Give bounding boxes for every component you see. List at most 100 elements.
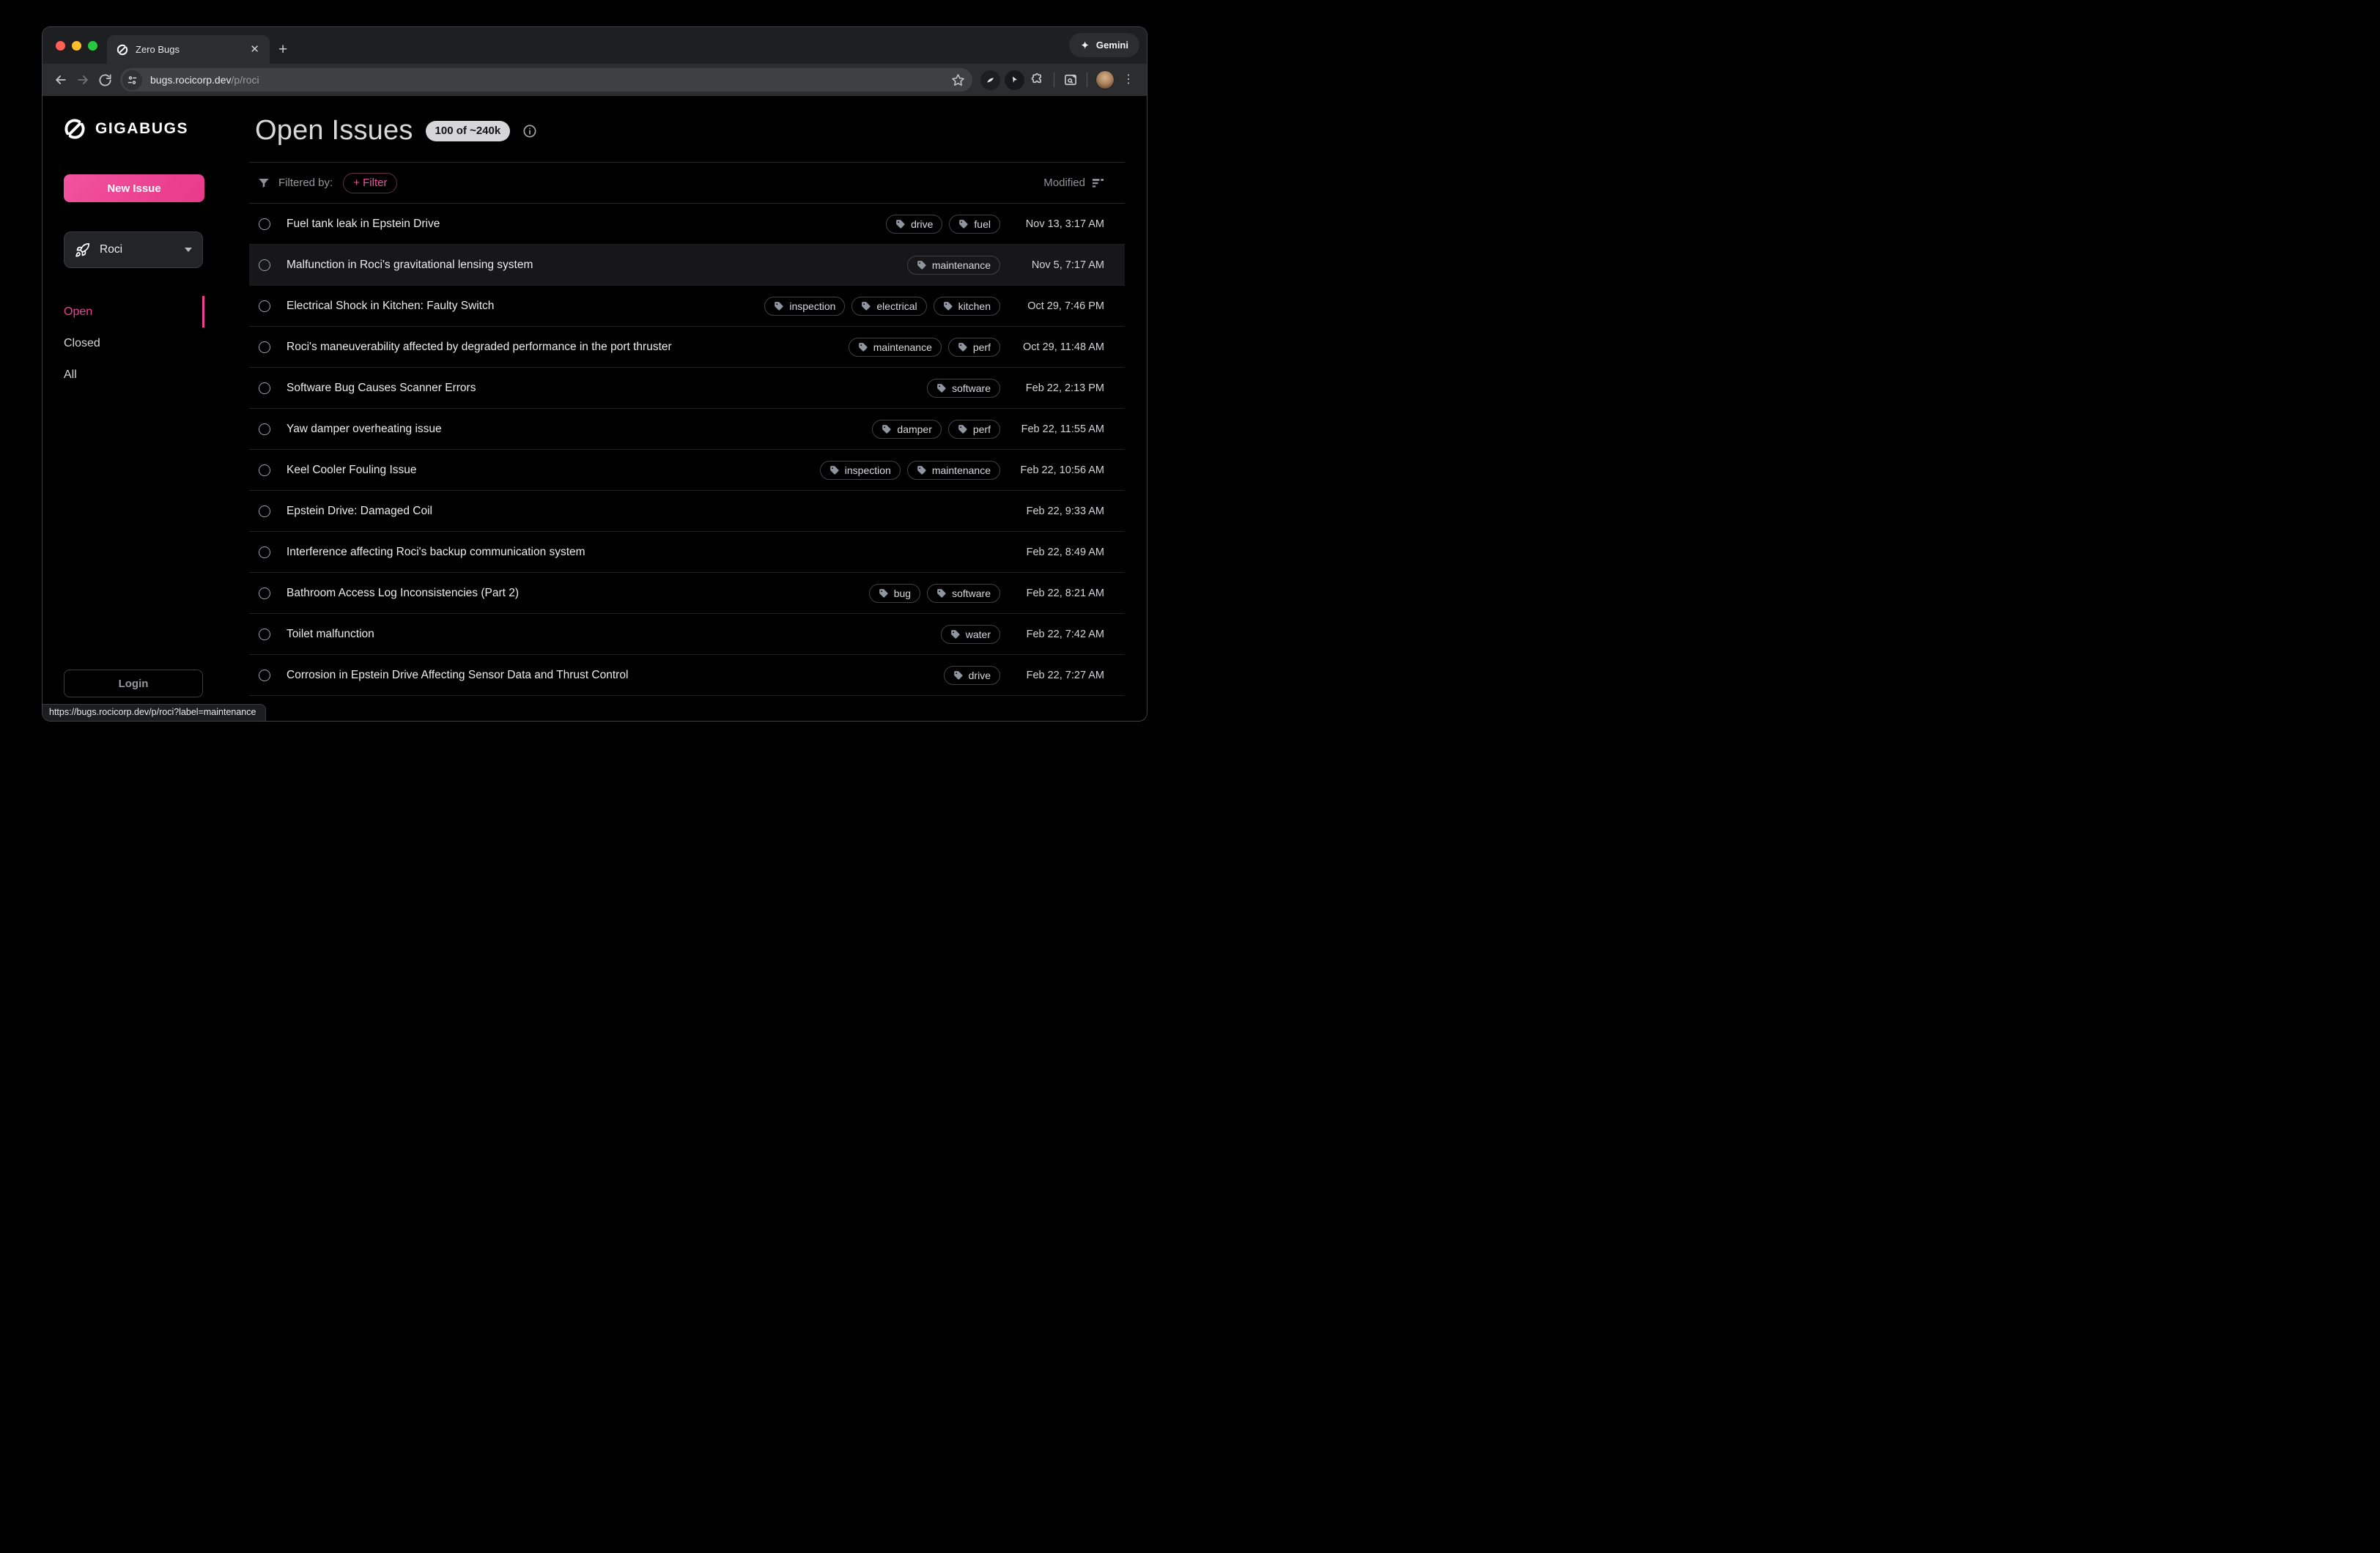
extension-icon-2[interactable] [1005,70,1024,90]
issue-label-water[interactable]: water [941,625,1000,644]
search-tabs-panel-button[interactable] [1060,69,1082,91]
back-button[interactable] [50,69,72,91]
sidebar: GIGABUGS New Issue Roci O [42,96,249,721]
issue-row[interactable]: Software Bug Causes Scanner Errorssoftwa… [249,368,1125,409]
gemini-button[interactable]: ✦ Gemini [1069,33,1139,57]
issue-row[interactable]: Electrical Shock in Kitchen: Faulty Swit… [249,286,1125,327]
info-icon[interactable] [522,124,537,138]
issue-label-maintenance[interactable]: maintenance [907,256,1000,275]
tab-close-icon[interactable]: ✕ [247,42,262,56]
close-window-button[interactable] [56,41,65,51]
issue-label-software[interactable]: software [927,584,1000,603]
tag-icon [829,465,840,475]
sidebar-nav-all[interactable]: All [64,359,204,390]
issue-row[interactable]: Toilet malfunctionwaterFeb 22, 7:42 AM [249,614,1125,655]
issue-modified-date: Feb 22, 7:27 AM [1015,670,1104,681]
issue-title: Corrosion in Epstein Drive Affecting Sen… [287,669,628,682]
issue-modified-date: Feb 22, 2:13 PM [1015,382,1104,394]
issue-label-bug[interactable]: bug [869,584,920,603]
sidebar-nav-closed[interactable]: Closed [64,327,204,359]
open-status-circle-icon [259,218,270,230]
tag-icon [936,588,947,598]
sort-control[interactable]: Modified [1043,177,1104,189]
issue-row[interactable]: Epstein Drive: Damaged CoilFeb 22, 9:33 … [249,491,1125,532]
open-status-circle-icon [259,300,270,312]
issue-title: Malfunction in Roci's gravitational lens… [287,259,533,272]
tag-icon [943,301,953,311]
filtered-by-label: Filtered by: [278,177,333,189]
issue-label-damper[interactable]: damper [872,420,941,439]
issue-label-fuel[interactable]: fuel [949,215,1000,234]
forward-button[interactable] [72,69,94,91]
site-settings-tune-icon [127,75,138,86]
issue-labels: bug software [869,584,1000,603]
issue-modified-date: Feb 22, 10:56 AM [1015,464,1104,476]
issue-label-software[interactable]: software [927,379,1000,398]
zoom-window-button[interactable] [88,41,97,51]
issue-label-electrical[interactable]: electrical [851,297,926,316]
tag-icon [895,219,906,229]
issue-row[interactable]: Bathroom Access Log Inconsistencies (Par… [249,573,1125,614]
label-text: fuel [974,218,991,230]
issue-title: Yaw damper overheating issue [287,423,442,436]
tag-icon [774,301,784,311]
label-text: drive [911,218,933,230]
issue-label-maintenance[interactable]: maintenance [849,338,942,357]
label-text: bug [894,588,911,599]
browser-tab[interactable]: Zero Bugs ✕ [107,35,270,64]
issue-label-drive[interactable]: drive [944,666,1000,685]
add-filter-button[interactable]: + Filter [343,173,397,193]
project-selector[interactable]: Roci [64,231,203,268]
gemini-spark-icon: ✦ [1080,39,1090,52]
issue-row[interactable]: Keel Cooler Fouling Issueinspectionmaint… [249,450,1125,491]
issue-modified-date: Nov 5, 7:17 AM [1015,259,1104,271]
sort-by-label: Modified [1043,177,1085,189]
status-nav: OpenClosedAll [64,296,204,390]
issue-row[interactable]: Interference affecting Roci's backup com… [249,532,1125,573]
issue-labels: inspection electrical kitchen [764,297,1000,316]
url-bar[interactable]: bugs.rocicorp.dev/p/roci [120,68,972,92]
issue-label-maintenance[interactable]: maintenance [907,461,1000,480]
brand[interactable]: GIGABUGS [64,118,249,140]
issue-list: Fuel tank leak in Epstein Drivedrivefuel… [249,204,1125,696]
extensions-button[interactable] [1027,69,1049,91]
tab-favicon-zero-logo-icon [117,44,128,56]
sidebar-nav-open[interactable]: Open [64,296,204,327]
label-text: perf [973,341,991,353]
label-text: electrical [876,300,917,312]
new-tab-button[interactable]: + [278,41,287,59]
issue-label-kitchen[interactable]: kitchen [934,297,1000,316]
tag-icon [950,629,961,640]
open-status-circle-icon [259,505,270,517]
issue-row[interactable]: Malfunction in Roci's gravitational lens… [249,245,1125,286]
issue-label-inspection[interactable]: inspection [820,461,901,480]
issue-label-inspection[interactable]: inspection [764,297,845,316]
issue-label-perf[interactable]: perf [948,420,1000,439]
main-header: Open Issues 100 of ~240k [249,115,1125,147]
tab-strip: Zero Bugs ✕ + ✦ Gemini [42,27,1147,64]
issue-row[interactable]: Roci's maneuverability affected by degra… [249,327,1125,368]
bookmark-star-icon[interactable] [951,73,965,87]
browser-menu-button[interactable]: ⋮ [1117,69,1139,91]
issue-labels: drive [944,666,1000,685]
gigabugs-logo-icon [64,118,86,140]
label-text: inspection [845,464,891,476]
kebab-menu-icon: ⋮ [1123,77,1134,84]
issue-label-drive[interactable]: drive [886,215,942,234]
profile-avatar[interactable] [1095,70,1115,89]
open-status-circle-icon [259,588,270,599]
issue-title: Bathroom Access Log Inconsistencies (Par… [287,587,519,600]
minimize-window-button[interactable] [72,41,81,51]
issue-row[interactable]: Corrosion in Epstein Drive Affecting Sen… [249,655,1125,696]
new-issue-button[interactable]: New Issue [64,174,204,202]
login-button[interactable]: Login [64,670,203,697]
issue-row[interactable]: Yaw damper overheating issuedamperperfFe… [249,409,1125,450]
issue-row[interactable]: Fuel tank leak in Epstein Drivedrivefuel… [249,204,1125,245]
reload-button[interactable] [94,69,116,91]
tag-icon [879,588,889,598]
issue-label-perf[interactable]: perf [948,338,1000,357]
open-status-circle-icon [259,382,270,394]
issue-modified-date: Feb 22, 8:49 AM [1015,546,1104,558]
site-settings-button[interactable] [122,70,142,90]
extension-icon-1[interactable] [980,70,1000,90]
